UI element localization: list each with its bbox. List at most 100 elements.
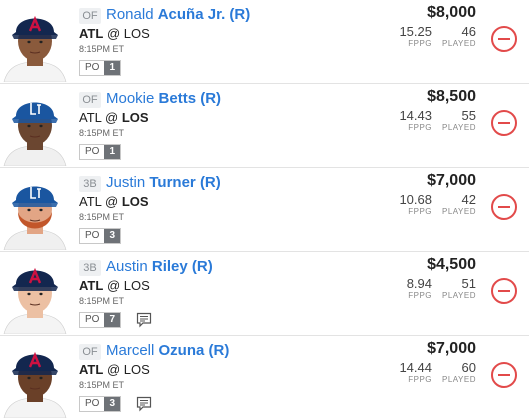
played-value: 42	[461, 192, 476, 207]
batting-order-value: 1	[104, 61, 121, 75]
player-photo-icon	[3, 186, 67, 250]
fppg-label: FPPG	[408, 207, 432, 216]
game-time: 8:15PM ET	[79, 44, 125, 54]
played-stat: 42 PLAYED	[442, 192, 476, 217]
player-hand: (R)	[191, 258, 213, 275]
player-name-link[interactable]: Ronald Acuña Jr. (R)	[106, 5, 250, 25]
at-symbol: @	[106, 26, 121, 41]
fppg-value: 14.44	[399, 360, 432, 375]
player-hand: (R)	[200, 90, 222, 107]
salary: $8,500	[427, 88, 476, 105]
team-abbr: ATL	[79, 278, 104, 293]
played-stat: 51 PLAYED	[442, 276, 476, 301]
fppg-value: 8.94	[406, 276, 432, 291]
batting-order-badge: PO 3	[79, 228, 122, 244]
player-headshot	[0, 256, 70, 334]
news-note-icon[interactable]	[136, 312, 152, 328]
position-badge: 3B	[79, 260, 101, 276]
player-first-name: Ronald	[106, 6, 154, 23]
played-label: PLAYED	[442, 207, 476, 216]
player-hand: (R)	[199, 174, 221, 191]
player-photo-icon	[3, 15, 67, 82]
player-headshot	[0, 88, 70, 166]
player-name-link[interactable]: Mookie Betts (R)	[106, 89, 221, 109]
player-row[interactable]: 3B Austin Riley (R) ATL @ LOS 8:15PM ET …	[0, 252, 529, 336]
player-name-link[interactable]: Marcell Ozuna (R)	[106, 341, 229, 361]
position-badge: OF	[79, 92, 101, 108]
team-abbr: ATL	[79, 26, 104, 41]
matchup: ATL @ LOS	[79, 278, 150, 294]
at-symbol: @	[106, 278, 121, 293]
opponent-abbr: LOS	[123, 278, 150, 293]
fppg-value: 15.25	[399, 24, 432, 39]
position-badge: 3B	[79, 176, 101, 192]
position-badge: OF	[79, 8, 101, 24]
player-photo-icon	[3, 267, 67, 334]
minus-circle-icon[interactable]	[491, 362, 517, 388]
fppg-label: FPPG	[408, 375, 432, 384]
fppg-label: FPPG	[408, 39, 432, 48]
player-row[interactable]: OF Ronald Acuña Jr. (R) ATL @ LOS 8:15PM…	[0, 0, 529, 84]
player-first-name: Mookie	[106, 90, 155, 107]
played-value: 55	[461, 108, 476, 123]
fppg-label: FPPG	[408, 123, 432, 132]
minus-circle-icon[interactable]	[491, 26, 517, 52]
player-photo-icon	[3, 102, 67, 166]
opponent-abbr: LOS	[121, 110, 149, 125]
game-time: 8:15PM ET	[79, 128, 125, 138]
batting-order-label: PO	[80, 229, 105, 243]
game-time: 8:15PM ET	[79, 380, 125, 390]
played-value: 60	[461, 360, 476, 375]
at-symbol: @	[105, 194, 119, 209]
team-abbr: ATL	[79, 362, 104, 377]
player-headshot	[0, 340, 70, 418]
batting-order-badge: PO 3	[79, 396, 122, 412]
player-row[interactable]: 3B Justin Turner (R) ATL @ LOS 8:15PM ET…	[0, 168, 529, 252]
minus-circle-icon[interactable]	[491, 194, 517, 220]
player-photo-icon	[3, 351, 67, 418]
batting-order-value: 3	[104, 229, 121, 243]
player-last-name: Riley	[151, 258, 188, 275]
played-stat: 46 PLAYED	[442, 24, 476, 49]
game-time: 8:15PM ET	[79, 296, 125, 306]
at-symbol: @	[105, 110, 119, 125]
fppg-label: FPPG	[408, 291, 432, 300]
fppg-stat: 8.94 FPPG	[407, 276, 432, 301]
batting-order-label: PO	[80, 313, 105, 327]
player-row[interactable]: OF Marcell Ozuna (R) ATL @ LOS 8:15PM ET…	[0, 336, 529, 419]
played-value: 51	[461, 276, 476, 291]
player-last-name: Turner	[149, 174, 196, 191]
minus-circle-icon[interactable]	[491, 278, 517, 304]
fppg-stat: 15.25 FPPG	[399, 24, 432, 49]
player-name-link[interactable]: Justin Turner (R)	[106, 173, 221, 193]
fppg-value: 10.68	[399, 192, 432, 207]
fppg-value: 14.43	[399, 108, 432, 123]
player-first-name: Austin	[106, 258, 148, 275]
batting-order-value: 3	[104, 397, 121, 411]
player-hand: (R)	[229, 6, 251, 23]
opponent-abbr: LOS	[123, 26, 150, 41]
played-stat: 60 PLAYED	[442, 360, 476, 385]
player-name-link[interactable]: Austin Riley (R)	[106, 257, 213, 277]
player-row[interactable]: OF Mookie Betts (R) ATL @ LOS 8:15PM ET …	[0, 84, 529, 168]
batting-order-badge: PO 1	[79, 60, 122, 76]
played-label: PLAYED	[442, 291, 476, 300]
fppg-stat: 14.44 FPPG	[399, 360, 432, 385]
opponent-abbr: LOS	[123, 362, 150, 377]
matchup: ATL @ LOS	[79, 110, 149, 126]
batting-order-badge: PO 7	[79, 312, 122, 328]
at-symbol: @	[106, 362, 121, 377]
position-badge: OF	[79, 344, 101, 360]
news-note-icon[interactable]	[136, 396, 152, 412]
batting-order-label: PO	[80, 397, 105, 411]
game-time: 8:15PM ET	[79, 212, 125, 222]
batting-order-label: PO	[80, 145, 105, 159]
player-headshot	[0, 4, 70, 82]
fppg-stat: 10.68 FPPG	[399, 192, 432, 217]
batting-order-label: PO	[80, 61, 105, 75]
team-abbr: ATL	[79, 194, 102, 209]
player-headshot	[0, 172, 70, 250]
played-value: 46	[461, 24, 476, 39]
minus-circle-icon[interactable]	[491, 110, 517, 136]
salary: $7,000	[427, 172, 476, 189]
